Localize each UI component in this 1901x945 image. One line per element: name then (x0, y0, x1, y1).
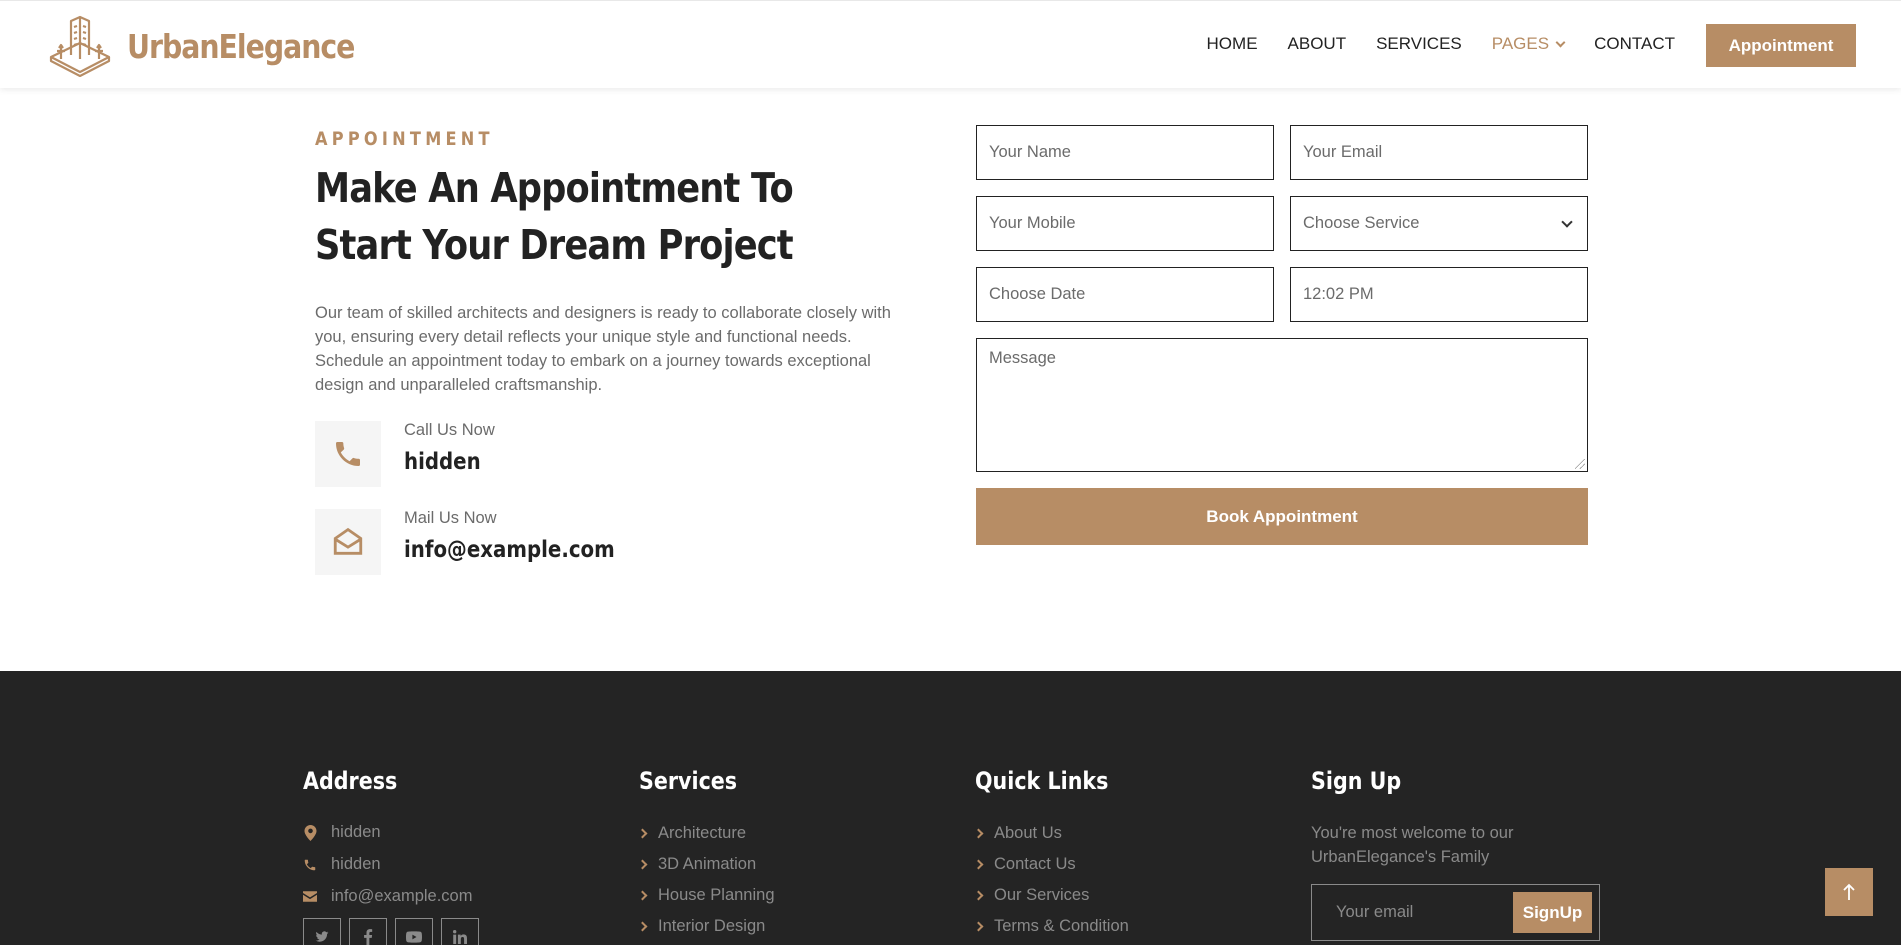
footer-quick-links-title: Quick Links (975, 767, 1109, 795)
message-placeholder: Message (989, 349, 1056, 367)
footer-quick-link[interactable]: Contact Us (973, 855, 1076, 874)
arrow-up-icon (1843, 883, 1855, 900)
name-input[interactable]: Your Name (976, 125, 1274, 180)
back-to-top-button[interactable] (1825, 868, 1873, 916)
footer-quick-links: Quick Links About Us Contact Us Our Serv… (973, 767, 1130, 935)
signup-text: You're most welcome to our UrbanElegance… (1311, 824, 1514, 866)
call-value: hidden (404, 449, 481, 475)
chevron-right-icon (973, 890, 984, 901)
map-marker-icon (303, 824, 317, 841)
date-placeholder: Choose Date (989, 285, 1086, 303)
signup-email-input[interactable]: Your email (1336, 885, 1413, 940)
footer-address-title: Address (303, 767, 398, 795)
chevron-right-icon (973, 859, 984, 870)
facebook-icon[interactable] (349, 918, 387, 945)
signup-button[interactable]: SignUp (1513, 892, 1592, 933)
footer-services-title: Services (639, 767, 738, 795)
appointment-button[interactable]: Appointment (1706, 24, 1856, 67)
nav-pages[interactable]: PAGES (1491, 34, 1566, 54)
chevron-right-icon (637, 921, 648, 932)
footer-service-link[interactable]: Interior Design (637, 917, 766, 936)
mobile-placeholder: Your Mobile (989, 214, 1076, 232)
call-label: Call Us Now (404, 421, 495, 439)
footer-address: Address hidden hidden info@example.com (303, 767, 479, 945)
footer-service-label: Interior Design (658, 917, 766, 935)
time-value: 12:02 PM (1303, 285, 1374, 303)
footer-service-label: Architecture (658, 824, 747, 842)
chevron-down-icon (1561, 216, 1573, 228)
footer-service-link[interactable]: 3D Animation (637, 855, 757, 874)
address-location: hidden (303, 823, 381, 842)
footer-service-label: House Planning (658, 886, 775, 904)
linkedin-icon[interactable] (441, 918, 479, 945)
section-heading: Make An Appointment To Start Your Dream … (315, 164, 794, 269)
section-subtitle: APPOINTMENT (315, 128, 494, 150)
signup-email-placeholder: Your email (1336, 903, 1414, 921)
chevron-right-icon (637, 859, 648, 870)
footer: Address hidden hidden info@example.com S… (0, 671, 1901, 945)
mobile-input[interactable]: Your Mobile (976, 196, 1274, 251)
footer-signup-title: Sign Up (1311, 767, 1402, 795)
chevron-right-icon (973, 921, 984, 932)
footer-service-label: 3D Animation (658, 855, 757, 873)
envelope-open-icon (315, 509, 381, 575)
address-phone-text: hidden (331, 855, 381, 873)
mail-label: Mail Us Now (404, 509, 497, 527)
section-intro: Our team of skilled architects and desig… (315, 304, 891, 394)
brand[interactable]: UrbanElegance (47, 15, 391, 77)
resize-grip-icon[interactable] (1575, 459, 1585, 469)
book-appointment-button[interactable]: Book Appointment (976, 488, 1588, 545)
navbar: UrbanElegance HOME ABOUT SERVICES PAGES … (0, 0, 1901, 88)
service-selected: Choose Service (1303, 214, 1420, 232)
nav-services[interactable]: SERVICES (1376, 34, 1462, 54)
service-select[interactable]: Choose Service (1290, 196, 1588, 251)
chevron-down-icon (1555, 37, 1566, 48)
address-email-text[interactable]: info@example.com (331, 887, 472, 906)
nav-about[interactable]: ABOUT (1288, 34, 1347, 54)
email-input[interactable]: Your Email (1290, 125, 1588, 180)
nav-pages-label: PAGES (1491, 34, 1550, 53)
chevron-right-icon (637, 828, 648, 839)
building-logo-icon (49, 15, 111, 77)
footer-quick-link-label: Contact Us (994, 855, 1076, 873)
twitter-icon[interactable] (303, 918, 341, 945)
mail-contact: Mail Us Now info@example.com (315, 509, 735, 575)
footer-service-link[interactable]: House Planning (637, 886, 775, 905)
time-input[interactable]: 12:02 PM (1290, 267, 1588, 322)
name-placeholder: Your Name (989, 143, 1071, 161)
phone-icon (315, 421, 381, 487)
brand-name: UrbanElegance (127, 26, 355, 66)
footer-quick-link-label: Terms & Condition (994, 917, 1129, 935)
nav-contact[interactable]: CONTACT (1594, 34, 1675, 54)
footer-quick-link[interactable]: Terms & Condition (973, 917, 1129, 936)
address-email: info@example.com (303, 887, 472, 906)
footer-service-link[interactable]: Architecture (637, 824, 747, 843)
footer-signup: Sign Up You're most welcome to our Urban… (1311, 767, 1600, 941)
footer-services: Services Architecture 3D Animation House… (637, 767, 775, 935)
phone-icon (303, 857, 317, 873)
chevron-right-icon (973, 828, 984, 839)
address-phone: hidden (303, 855, 381, 874)
mail-value[interactable]: info@example.com (404, 537, 615, 563)
address-location-text: hidden (331, 823, 381, 841)
call-contact: Call Us Now hidden (315, 421, 735, 487)
footer-quick-link-label: Our Services (994, 886, 1090, 904)
message-textarea[interactable]: Message (976, 338, 1588, 472)
footer-quick-link-label: About Us (994, 824, 1062, 842)
youtube-icon[interactable] (395, 918, 433, 945)
footer-quick-link[interactable]: About Us (973, 824, 1062, 843)
envelope-icon (303, 890, 317, 903)
chevron-right-icon (637, 890, 648, 901)
signup-form: Your email SignUp (1311, 884, 1600, 941)
footer-quick-link[interactable]: Our Services (973, 886, 1090, 905)
main-nav: HOME ABOUT SERVICES PAGES CONTACT (1207, 34, 1675, 54)
nav-home[interactable]: HOME (1207, 34, 1258, 54)
date-input[interactable]: Choose Date (976, 267, 1274, 322)
social-links (303, 918, 479, 945)
email-placeholder: Your Email (1303, 143, 1383, 161)
